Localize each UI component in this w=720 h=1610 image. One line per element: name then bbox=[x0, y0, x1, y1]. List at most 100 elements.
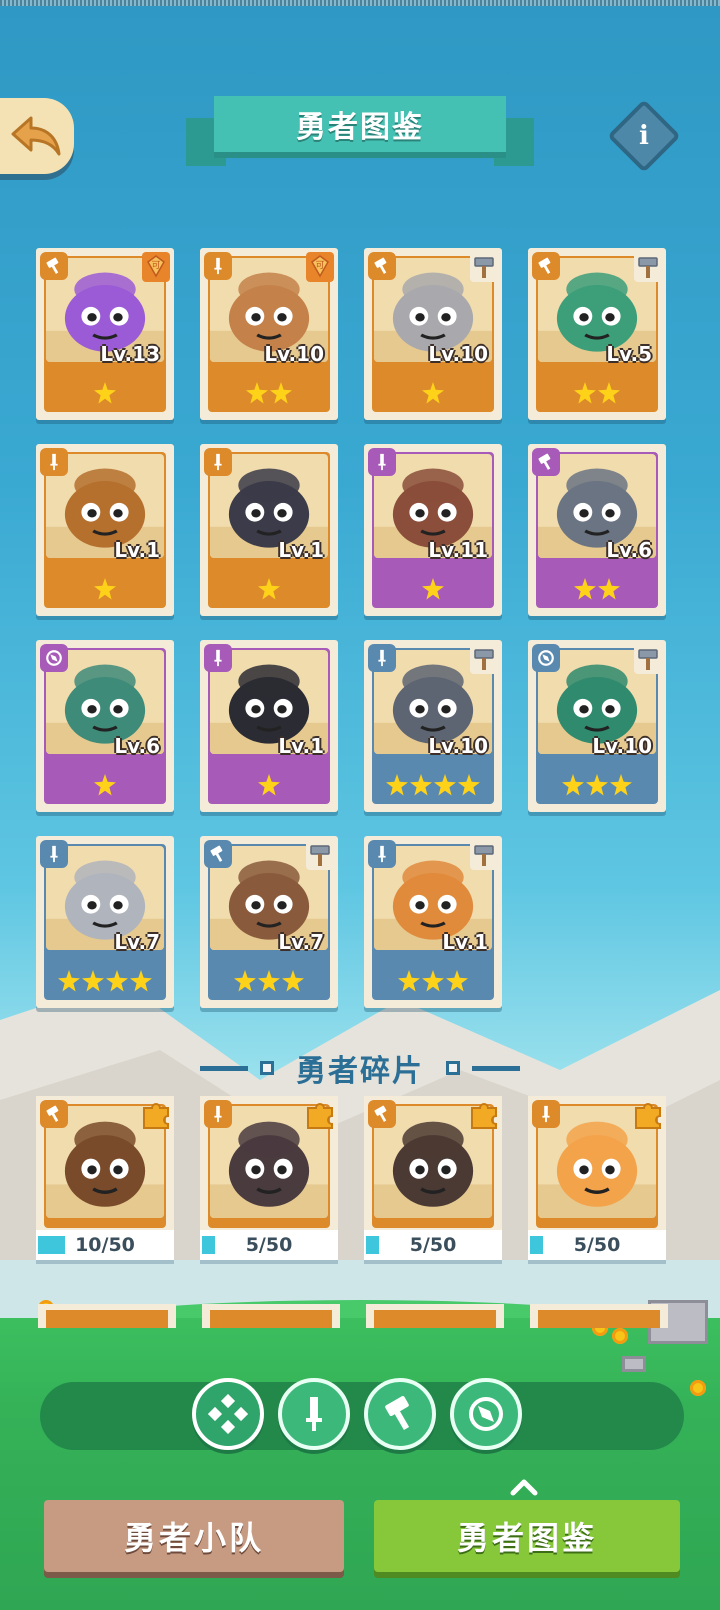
star-icon bbox=[106, 970, 128, 992]
filter-bar bbox=[40, 1382, 684, 1450]
star-icon bbox=[610, 774, 632, 796]
hero-card[interactable]: Lv.1 bbox=[200, 444, 338, 616]
compass-class-icon bbox=[532, 644, 560, 672]
hammer-badge-icon bbox=[306, 840, 334, 870]
hero-stars bbox=[36, 970, 174, 992]
hammer-badge-icon bbox=[470, 840, 498, 870]
hero-level: Lv.1 bbox=[114, 538, 160, 562]
title-banner: 勇者图鉴 bbox=[186, 96, 534, 174]
hero-card[interactable]: Lv.1 bbox=[36, 444, 174, 616]
hero-card[interactable]: Lv.1 bbox=[364, 836, 502, 1008]
hero-stars bbox=[528, 578, 666, 600]
filter-sword-button[interactable] bbox=[278, 1378, 350, 1450]
star-icon bbox=[458, 774, 480, 796]
hammer-badge-icon bbox=[470, 252, 498, 282]
svg-text:可: 可 bbox=[315, 260, 324, 271]
sword-class-icon bbox=[368, 448, 396, 476]
fragment-count: 5/50 bbox=[573, 1234, 621, 1256]
star-icon bbox=[130, 970, 152, 992]
hero-codex-tab-label: 勇者图鉴 bbox=[456, 1519, 597, 1557]
svg-text:可: 可 bbox=[151, 260, 160, 271]
fragment-card[interactable]: 5/50 bbox=[528, 1096, 666, 1260]
puzzle-piece-icon bbox=[635, 1103, 661, 1129]
star-icon bbox=[598, 578, 620, 600]
hero-card[interactable]: Lv.10 bbox=[364, 640, 502, 812]
hero-card[interactable]: 可 Lv.10 bbox=[200, 248, 338, 420]
hero-card[interactable]: Lv.10 bbox=[528, 640, 666, 812]
hero-codex-tab[interactable]: 勇者图鉴 bbox=[374, 1500, 680, 1572]
hero-card[interactable]: Lv.7 bbox=[36, 836, 174, 1008]
hero-card[interactable]: Lv.5 bbox=[528, 248, 666, 420]
sword-class-icon bbox=[368, 644, 396, 672]
fragment-card-partial[interactable] bbox=[38, 1304, 176, 1328]
star-icon bbox=[586, 774, 608, 796]
star-icon bbox=[58, 970, 80, 992]
diamond-grid-icon bbox=[208, 1394, 248, 1434]
hero-card[interactable]: Lv.1 bbox=[200, 640, 338, 812]
filter-hammer-button[interactable] bbox=[364, 1378, 436, 1450]
fragment-count: 10/50 bbox=[75, 1234, 135, 1256]
flower bbox=[612, 1328, 628, 1344]
hero-level: Lv.13 bbox=[100, 342, 160, 366]
chevron-up-icon bbox=[510, 1479, 538, 1496]
hero-team-tab[interactable]: 勇者小队 bbox=[44, 1500, 344, 1572]
gem-badge-icon: 可 bbox=[306, 252, 334, 282]
star-icon bbox=[258, 578, 280, 600]
puzzle-piece-icon bbox=[471, 1103, 497, 1129]
sword-class-icon bbox=[204, 1100, 232, 1128]
sword-class-icon bbox=[368, 840, 396, 868]
hero-card[interactable]: Lv.7 bbox=[200, 836, 338, 1008]
hammer-badge-icon bbox=[634, 252, 662, 282]
hero-stars bbox=[364, 970, 502, 992]
hero-stars bbox=[528, 382, 666, 404]
fragment-card[interactable]: 5/50 bbox=[364, 1096, 502, 1260]
hero-level: Lv.10 bbox=[428, 734, 488, 758]
hero-level: Lv.7 bbox=[278, 930, 324, 954]
fragment-card[interactable]: 10/50 bbox=[36, 1096, 174, 1260]
hammer-class-icon bbox=[368, 1100, 396, 1128]
hero-card[interactable]: 可 Lv.13 bbox=[36, 248, 174, 420]
hero-card[interactable]: Lv.6 bbox=[36, 640, 174, 812]
fragment-card[interactable]: 5/50 bbox=[200, 1096, 338, 1260]
back-button[interactable] bbox=[0, 98, 74, 174]
hammer-class-icon bbox=[40, 252, 68, 280]
fragment-card-partial[interactable] bbox=[366, 1304, 504, 1328]
fragment-progress-bar: 5/50 bbox=[364, 1230, 502, 1260]
divider-dot bbox=[260, 1061, 274, 1075]
fragment-card-partial[interactable] bbox=[202, 1304, 340, 1328]
filter-all-button[interactable] bbox=[192, 1378, 264, 1450]
hero-level: Lv.1 bbox=[278, 734, 324, 758]
info-button[interactable]: i bbox=[607, 99, 681, 173]
filter-compass-button[interactable] bbox=[450, 1378, 522, 1450]
star-icon bbox=[270, 382, 292, 404]
fragment-card-partial[interactable] bbox=[530, 1304, 668, 1328]
game-screen: 勇者图鉴 i 可 Lv.13 可 Lv.10 Lv.10 Lv.5 Lv.1 Lv.1 Lv.1… bbox=[0, 0, 720, 1610]
hero-stars bbox=[36, 382, 174, 404]
hero-stars bbox=[200, 382, 338, 404]
hero-card[interactable]: Lv.11 bbox=[364, 444, 502, 616]
hammer-icon bbox=[385, 1396, 410, 1431]
info-icon: i bbox=[639, 121, 649, 151]
star-icon bbox=[258, 970, 280, 992]
hammer-class-icon bbox=[532, 448, 560, 476]
hammer-badge-icon bbox=[634, 644, 662, 674]
hero-card[interactable]: Lv.6 bbox=[528, 444, 666, 616]
hero-level: Lv.7 bbox=[114, 930, 160, 954]
hammer-class-icon bbox=[40, 1100, 68, 1128]
hero-stars bbox=[200, 578, 338, 600]
star-icon bbox=[398, 970, 420, 992]
star-icon bbox=[410, 774, 432, 796]
star-icon bbox=[246, 382, 268, 404]
star-icon bbox=[574, 382, 596, 404]
star-icon bbox=[258, 774, 280, 796]
divider-dot bbox=[446, 1061, 460, 1075]
fragments-section-title: 勇者碎片 bbox=[296, 1054, 424, 1089]
rock bbox=[622, 1356, 646, 1372]
star-icon bbox=[386, 774, 408, 796]
hero-stars bbox=[200, 970, 338, 992]
compass-class-icon bbox=[40, 644, 68, 672]
hero-stars bbox=[200, 774, 338, 796]
hero-card[interactable]: Lv.10 bbox=[364, 248, 502, 420]
fragment-progress-bar: 5/50 bbox=[200, 1230, 338, 1260]
fragment-count: 5/50 bbox=[409, 1234, 457, 1256]
